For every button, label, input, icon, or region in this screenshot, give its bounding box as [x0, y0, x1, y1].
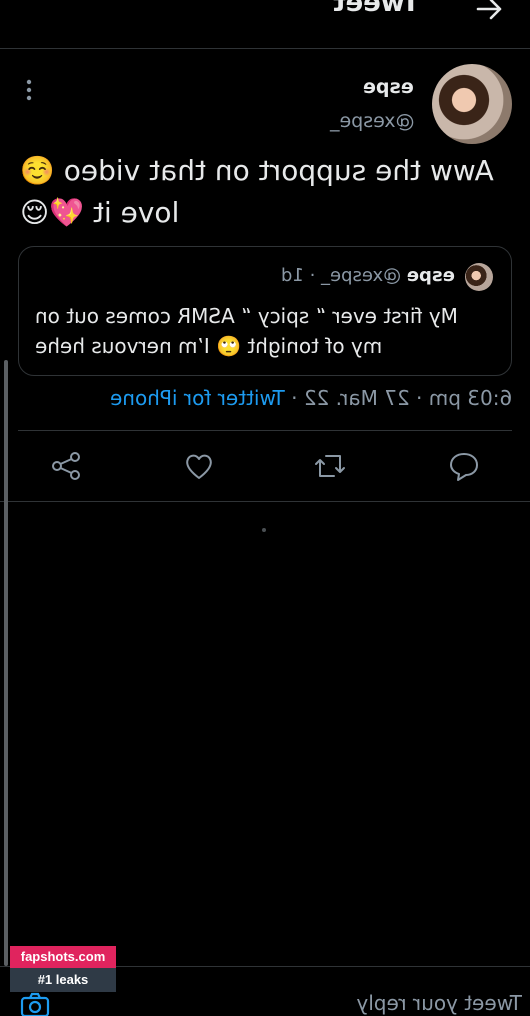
quote-author-meta: @xespe_ · 1d	[281, 265, 402, 286]
more-icon[interactable]	[24, 78, 34, 102]
page-title: Tweet	[333, 0, 420, 18]
reply-icon[interactable]	[448, 448, 480, 484]
tweet-text: Aww the support on that video ☺️ love it…	[20, 150, 514, 234]
quote-avatar	[465, 263, 493, 291]
scrollbar[interactable]	[4, 360, 8, 966]
reply-input[interactable]	[340, 990, 524, 1016]
quote-header: espe @xespe_ · 1d	[281, 265, 455, 286]
tweet-text-line: Aww the support on that video ☺️	[20, 154, 494, 187]
watermark-site: fapshots.com	[10, 946, 116, 968]
quoted-tweet-card[interactable]: espe @xespe_ · 1d My first ever “ spicy …	[18, 246, 512, 376]
author-handle[interactable]: @xespe_	[330, 110, 415, 132]
camera-icon[interactable]	[20, 992, 50, 1016]
share-icon[interactable]	[50, 448, 82, 484]
like-icon[interactable]	[183, 448, 215, 484]
quote-text: My first ever “ spicy “ ASMR comes out o…	[35, 304, 458, 358]
retweet-icon[interactable]	[314, 448, 346, 484]
quote-author-name: espe	[406, 265, 455, 286]
watermark-tagline: #1 leaks	[10, 968, 116, 992]
loading-indicator	[262, 528, 266, 532]
divider	[18, 430, 512, 431]
tweet-meta: 6:03 pm · 27 Mar. 22 · Twitter for iPhon…	[110, 386, 512, 410]
avatar[interactable]	[432, 64, 512, 144]
author-name[interactable]: espe	[363, 76, 414, 98]
tweet-source-link[interactable]: Twitter for iPhone	[110, 386, 285, 410]
tweet-timestamp: 6:03 pm · 27 Mar. 22 ·	[284, 386, 512, 410]
tweet-text-line: love it 💖😌	[20, 196, 180, 229]
back-arrow-icon[interactable]	[474, 0, 504, 24]
action-bar	[0, 448, 530, 488]
divider	[0, 501, 530, 502]
top-bar: Tweet	[0, 0, 530, 49]
